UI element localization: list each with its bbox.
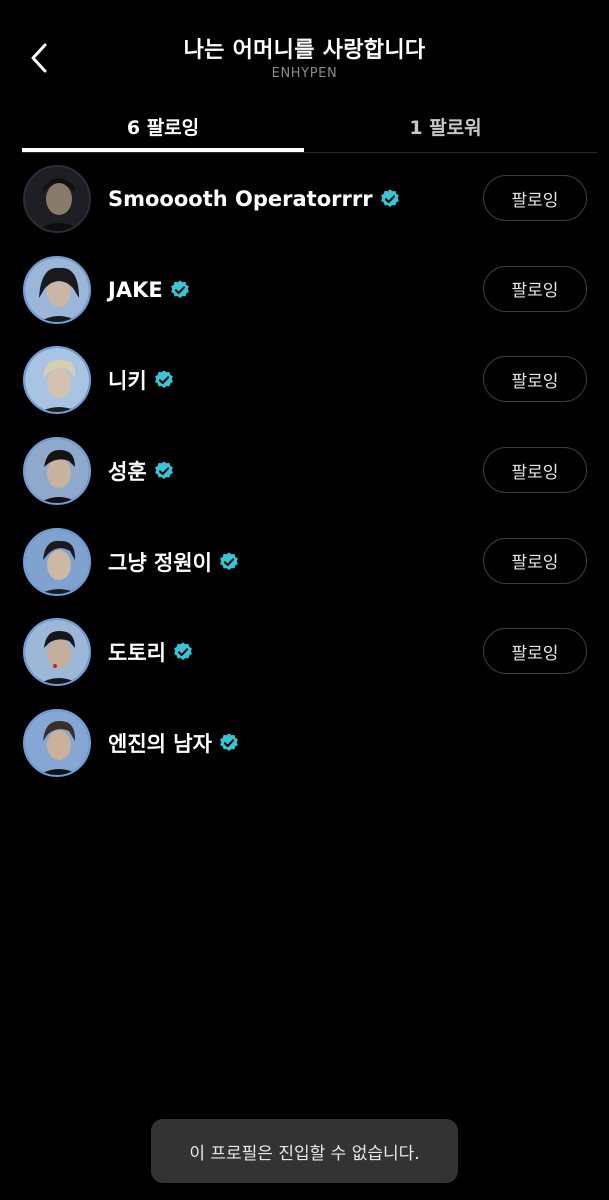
list-item[interactable]: Smooooth Operatorrrr 팔로잉 xyxy=(0,153,609,244)
following-list: Smooooth Operatorrrr 팔로잉 JAKE 팔로잉 니키 팔로잉… xyxy=(0,153,609,788)
following-button[interactable]: 팔로잉 xyxy=(483,265,587,312)
following-button[interactable]: 팔로잉 xyxy=(483,356,587,403)
list-item[interactable]: 성훈 팔로잉 xyxy=(0,425,609,516)
list-item[interactable]: 도토리 팔로잉 xyxy=(0,606,609,697)
avatar[interactable] xyxy=(23,709,91,778)
account-name-wrap: 니키 xyxy=(108,334,175,426)
verified-badge-icon xyxy=(220,552,238,570)
verified-badge-icon xyxy=(170,280,189,298)
list-item[interactable]: 그냥 정원이 팔로잉 xyxy=(0,516,609,607)
toast-message: 이 프로필은 진입할 수 없습니다. xyxy=(151,1119,458,1183)
avatar[interactable] xyxy=(23,165,91,233)
account-name-wrap: 도토리 xyxy=(108,606,194,698)
account-name-wrap: 엔진의 남자 xyxy=(108,697,240,789)
account-name[interactable]: Smooooth Operatorrrr xyxy=(108,187,373,211)
account-name-wrap: 성훈 xyxy=(108,425,175,517)
account-name-wrap: 그냥 정원이 xyxy=(108,516,240,608)
verified-badge-icon xyxy=(380,189,399,207)
account-name[interactable]: 그냥 정원이 xyxy=(108,547,212,577)
avatar[interactable] xyxy=(23,346,91,415)
tab-bar: 6 팔로잉 1 팔로워 xyxy=(0,100,609,154)
verified-badge-icon xyxy=(174,642,192,661)
account-name[interactable]: 도토리 xyxy=(108,637,166,667)
verified-badge-icon xyxy=(154,461,173,480)
account-name[interactable]: 엔진의 남자 xyxy=(108,728,212,758)
following-page: 나는 어머니를 사랑합니다 ENHYPEN 6 팔로잉 1 팔로워 Smoooo… xyxy=(0,0,609,1200)
list-item[interactable]: 니키 팔로잉 xyxy=(0,334,609,425)
avatar[interactable] xyxy=(23,527,91,596)
following-button[interactable]: 팔로잉 xyxy=(483,175,587,221)
verified-badge-icon xyxy=(154,370,173,389)
list-item[interactable]: JAKE 팔로잉 xyxy=(0,244,609,335)
page-subtitle: ENHYPEN xyxy=(271,66,338,81)
following-button[interactable]: 팔로잉 xyxy=(483,537,587,584)
avatar[interactable] xyxy=(23,618,91,687)
header: 나는 어머니를 사랑합니다 ENHYPEN xyxy=(0,0,609,100)
following-button[interactable]: 팔로잉 xyxy=(483,628,587,675)
avatar[interactable] xyxy=(23,255,91,324)
tab-following[interactable]: 6 팔로잉 xyxy=(22,100,304,152)
account-name-wrap: JAKE xyxy=(108,244,191,336)
list-item[interactable]: 엔진의 남자 xyxy=(0,697,609,788)
account-name[interactable]: 성훈 xyxy=(108,456,147,486)
account-name[interactable]: 니키 xyxy=(108,365,147,395)
tab-followers[interactable]: 1 팔로워 xyxy=(304,100,587,152)
avatar[interactable] xyxy=(23,437,91,506)
verified-badge-icon xyxy=(220,733,238,752)
account-name[interactable]: JAKE xyxy=(108,278,163,302)
page-title: 나는 어머니를 사랑합니다 xyxy=(183,38,426,63)
account-name-wrap: Smooooth Operatorrrr xyxy=(108,153,401,245)
following-button[interactable]: 팔로잉 xyxy=(483,447,587,494)
